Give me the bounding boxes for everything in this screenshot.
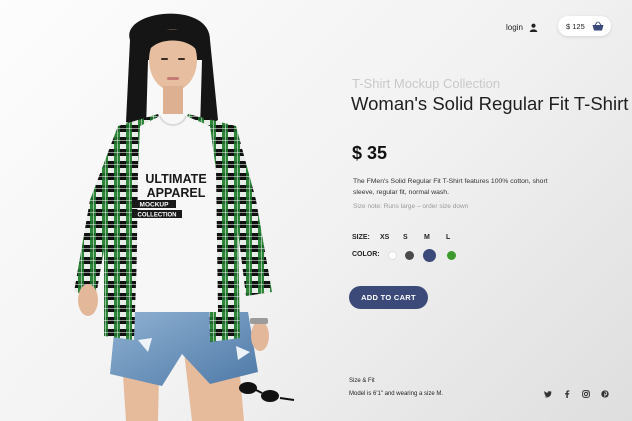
instagram-icon[interactable] bbox=[581, 389, 591, 399]
collection-label: T-Shirt Mockup Collection bbox=[352, 76, 501, 91]
print-line1: ULTIMATE bbox=[145, 172, 206, 186]
color-swatch-dark-gray[interactable] bbox=[405, 251, 414, 260]
color-swatch-green[interactable] bbox=[447, 251, 456, 260]
size-option-xs[interactable]: XS bbox=[380, 234, 389, 241]
pinterest-icon[interactable] bbox=[600, 389, 610, 399]
print-line2: APPAREL bbox=[147, 186, 206, 200]
print-line3: MOCKUP bbox=[140, 202, 170, 209]
login-label: login bbox=[506, 22, 523, 32]
color-swatch-navy[interactable] bbox=[423, 249, 436, 262]
model-illustration: ULTIMATE APPAREL MOCKUP COLLECTION bbox=[74, 13, 295, 421]
sunglasses bbox=[239, 382, 295, 402]
size-option-s[interactable]: S bbox=[403, 234, 408, 241]
size-fit-text: Model is 6'1" and wearing a size M. bbox=[349, 391, 443, 397]
size-option-m[interactable]: M bbox=[424, 234, 430, 241]
size-option-l[interactable]: L bbox=[446, 234, 450, 241]
product-price: $ 35 bbox=[352, 143, 388, 163]
product-title: Woman's Solid Regular Fit T-Shirt bbox=[351, 93, 629, 114]
color-label: COLOR: bbox=[352, 251, 380, 258]
color-swatch-white[interactable] bbox=[388, 251, 397, 260]
twitter-icon[interactable] bbox=[543, 389, 553, 399]
facebook-icon[interactable] bbox=[562, 389, 572, 399]
login-link[interactable]: login bbox=[506, 20, 538, 34]
product-description: The FMen's Solid Regular Fit T-Shirt fea… bbox=[353, 178, 548, 196]
size-note: Size note: Runs large – order size down bbox=[353, 203, 469, 210]
print-line4: COLLECTION bbox=[138, 213, 177, 219]
user-icon bbox=[529, 23, 538, 32]
cart-button[interactable]: $ 125 bbox=[558, 16, 611, 36]
add-to-cart-button[interactable]: ADD TO CART bbox=[349, 286, 428, 309]
cart-amount: $ 125 bbox=[566, 21, 585, 31]
size-label: SIZE: bbox=[352, 234, 370, 241]
product-photo: ULTIMATE APPAREL MOCKUP COLLECTION bbox=[60, 0, 300, 421]
size-fit-heading: Size & Fit bbox=[349, 378, 375, 384]
basket-icon bbox=[592, 21, 604, 31]
